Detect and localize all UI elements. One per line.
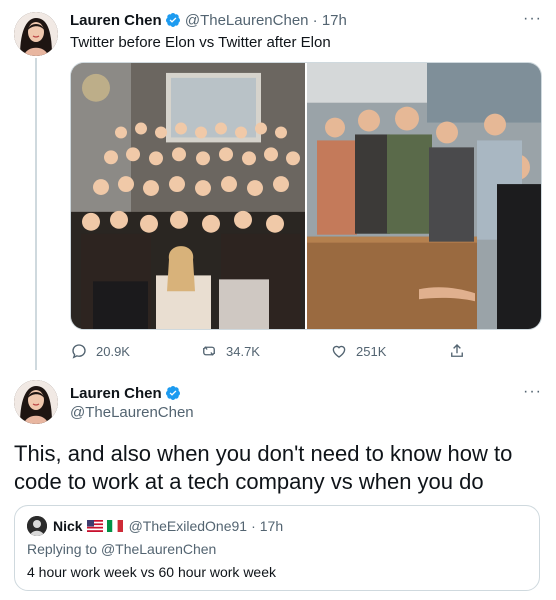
tweet-text: Twitter before Elon vs Twitter after Elo… [70, 34, 331, 51]
quote-avatar[interactable] [27, 516, 47, 536]
thread-line [35, 58, 37, 370]
author-name-row: Lauren Chen [70, 385, 181, 402]
reply-icon [72, 344, 86, 359]
avatar[interactable] [14, 380, 58, 424]
like-count: 251K [356, 343, 387, 359]
group-photo-office-staff[interactable] [71, 63, 305, 329]
share-button[interactable] [448, 342, 474, 360]
verified-badge-icon [165, 386, 180, 400]
quote-author-name[interactable]: Nick [53, 518, 83, 534]
quote-text: 4 hour work week vs 60 hour work week [27, 564, 276, 580]
more-options-icon[interactable]: ··· [523, 10, 542, 28]
dot-separator: · [312, 12, 318, 29]
author-handle[interactable]: @TheLaurenChen [185, 12, 309, 29]
author-handle[interactable]: @TheLaurenChen [70, 404, 194, 421]
reply-count: 20.9K [96, 343, 130, 359]
quote-author-handle[interactable]: @TheExiledOne91 [129, 518, 248, 534]
us-flag-icon [86, 520, 103, 532]
more-options-icon[interactable]: ··· [523, 383, 542, 401]
tweet-media[interactable] [70, 62, 542, 330]
like-button[interactable]: 251K [330, 342, 386, 360]
tweet-header: Lauren Chen @TheLaurenChen · 17h [70, 12, 347, 30]
reply-button[interactable]: 20.9K [70, 342, 130, 360]
quote-tweet[interactable]: Nick @TheExiledOne91 · 17h Replying to @… [14, 505, 540, 591]
tweet-text: This, and also when you don't need to kn… [14, 441, 513, 494]
verified-badge-icon [165, 13, 180, 27]
quote-timestamp[interactable]: 17h [260, 518, 283, 534]
retweet-count: 34.7K [226, 343, 260, 359]
retweet-icon [202, 346, 216, 356]
share-icon [451, 344, 463, 357]
quote-header: Nick @TheExiledOne91 · 17h [27, 516, 283, 536]
avatar[interactable] [14, 12, 58, 56]
italy-flag-icon [106, 520, 123, 532]
replying-to-mention[interactable]: @TheLaurenChen [101, 541, 216, 557]
author-name[interactable]: Lauren Chen [70, 12, 162, 29]
retweet-button[interactable]: 34.7K [200, 342, 260, 360]
heart-icon [332, 345, 346, 358]
dot-separator: · [251, 518, 256, 534]
author-name[interactable]: Lauren Chen [70, 385, 162, 402]
timestamp[interactable]: 17h [322, 12, 347, 29]
group-photo-engineers-thumbs-up[interactable] [307, 63, 542, 329]
replying-to-label: Replying to [27, 541, 98, 557]
replying-to-line: Replying to @TheLaurenChen [27, 541, 216, 557]
